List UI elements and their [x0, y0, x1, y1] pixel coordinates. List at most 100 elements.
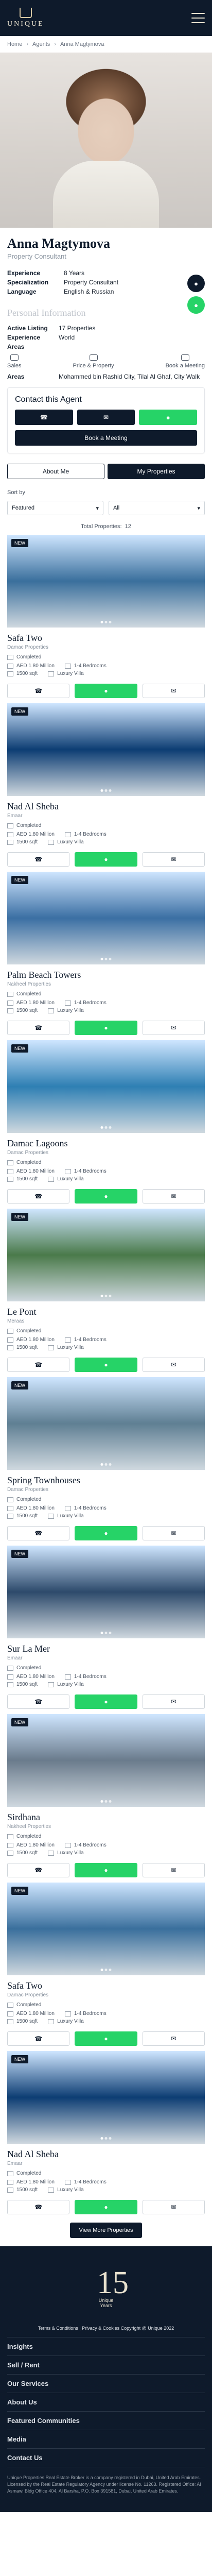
property-image[interactable]: NEW [7, 1714, 205, 1807]
property-image[interactable]: NEW [7, 1040, 205, 1133]
carousel-dots[interactable] [100, 2137, 112, 2140]
email-button[interactable]: ✉ [142, 1863, 205, 1877]
sort-select[interactable]: Featured ▾ [7, 501, 103, 515]
email-button[interactable]: ✉ [142, 1021, 205, 1035]
property-title[interactable]: Nad Al Sheba [7, 2144, 205, 2161]
property-image[interactable]: NEW [7, 1377, 205, 1470]
property-image[interactable]: NEW [7, 872, 205, 964]
property-card[interactable]: NEW Safa Two Damac Properties Completed … [7, 535, 205, 698]
status-icon [7, 1328, 13, 1334]
property-title[interactable]: Le Pont [7, 1301, 205, 1318]
carousel-dots[interactable] [100, 1463, 112, 1466]
property-image[interactable]: NEW [7, 703, 205, 796]
property-image[interactable]: NEW [7, 535, 205, 628]
property-card[interactable]: NEW Damac Lagoons Damac Properties Compl… [7, 1040, 205, 1204]
property-card[interactable]: NEW Palm Beach Towers Nakheel Properties… [7, 872, 205, 1035]
home-icon [48, 839, 55, 845]
property-title[interactable]: Sirdhana [7, 1807, 205, 1824]
call-button[interactable]: ☎ [7, 852, 70, 867]
footer-section-about-us[interactable]: About Us [0, 2393, 212, 2411]
filter-select[interactable]: All ▾ [109, 501, 205, 515]
email-button[interactable]: ✉ [77, 410, 135, 425]
email-button[interactable]: ✉ [142, 2031, 205, 2046]
property-card[interactable]: NEW Spring Townhouses Damac Properties C… [7, 1377, 205, 1540]
property-card[interactable]: NEW Safa Two Damac Properties Completed … [7, 1883, 205, 2046]
carousel-dots[interactable] [100, 1126, 112, 1129]
email-button[interactable]: ✉ [142, 1358, 205, 1372]
call-button[interactable]: ☎ [15, 410, 73, 425]
menu-icon[interactable] [191, 13, 205, 23]
whatsapp-button[interactable]: ● [75, 1526, 137, 1540]
property-title[interactable]: Damac Lagoons [7, 1133, 205, 1150]
email-button[interactable]: ✉ [142, 852, 205, 867]
email-button[interactable]: ✉ [142, 1526, 205, 1540]
whatsapp-button[interactable]: ● [75, 1358, 137, 1372]
book-meeting-button[interactable]: Book a Meeting [15, 430, 197, 446]
footer-section-featured-communities[interactable]: Featured Communities [0, 2412, 212, 2430]
call-button[interactable]: ☎ [7, 1863, 70, 1877]
call-button[interactable]: ☎ [7, 1694, 70, 1709]
carousel-dots[interactable] [100, 621, 112, 623]
tab-about[interactable]: About Me [7, 464, 104, 479]
property-card[interactable]: NEW Sur La Mer Emaar Completed AED 1.80 … [7, 1546, 205, 1709]
whatsapp-button[interactable]: ● [75, 684, 137, 698]
property-title[interactable]: Sur La Mer [7, 1638, 205, 1655]
carousel-dots[interactable] [100, 1969, 112, 1971]
whatsapp-icon[interactable]: ● [187, 296, 205, 314]
footer-section-sell-rent[interactable]: Sell / Rent [0, 2356, 212, 2374]
carousel-dots[interactable] [100, 1632, 112, 1634]
property-title[interactable]: Safa Two [7, 1975, 205, 1992]
call-button[interactable]: ☎ [7, 684, 70, 698]
footer-section-contact-us[interactable]: Contact Us [0, 2449, 212, 2467]
carousel-dots[interactable] [100, 958, 112, 960]
breadcrumb-agents[interactable]: Agents [32, 41, 50, 47]
call-button[interactable]: ☎ [7, 1189, 70, 1204]
whatsapp-button[interactable]: ● [75, 2031, 137, 2046]
whatsapp-button[interactable]: ● [75, 1863, 137, 1877]
property-title[interactable]: Spring Townhouses [7, 1470, 205, 1487]
property-title[interactable]: Safa Two [7, 628, 205, 645]
whatsapp-button[interactable]: ● [75, 852, 137, 867]
carousel-dots[interactable] [100, 1295, 112, 1297]
whatsapp-button[interactable]: ● [75, 1021, 137, 1035]
property-image[interactable]: NEW [7, 1883, 205, 1975]
email-button[interactable]: ✉ [142, 2200, 205, 2214]
call-button[interactable]: ☎ [7, 1021, 70, 1035]
property-card[interactable]: NEW Sirdhana Nakheel Properties Complete… [7, 1714, 205, 1877]
breadcrumb-home[interactable]: Home [7, 41, 22, 47]
footer-section-insights[interactable]: Insights [0, 2337, 212, 2355]
email-button[interactable]: ✉ [142, 684, 205, 698]
email-button[interactable]: ✉ [142, 1189, 205, 1204]
property-image[interactable]: NEW [7, 2051, 205, 2144]
home-icon [48, 2187, 55, 2193]
property-card[interactable]: NEW Nad Al Sheba Emaar Completed AED 1.8… [7, 2051, 205, 2214]
call-button[interactable]: ☎ [7, 1526, 70, 1540]
call-button[interactable]: ☎ [7, 2031, 70, 2046]
stat-price[interactable]: Price & Property [73, 354, 114, 369]
whatsapp-button[interactable]: ● [75, 2200, 137, 2214]
whatsapp-button[interactable]: ● [139, 410, 198, 425]
property-card[interactable]: NEW Nad Al Sheba Emaar Completed AED 1.8… [7, 703, 205, 867]
email-button[interactable]: ✉ [142, 1694, 205, 1709]
brand-logo[interactable]: UNIQUE [7, 8, 44, 28]
stat-book[interactable]: Book a Meeting [166, 354, 205, 369]
call-button[interactable]: ☎ [7, 1358, 70, 1372]
status-icon [7, 2171, 13, 2176]
carousel-dots[interactable] [100, 789, 112, 792]
carousel-dots[interactable] [100, 1800, 112, 1803]
view-more-button[interactable]: View More Properties [70, 2223, 142, 2238]
bed-icon [64, 832, 71, 837]
property-title[interactable]: Palm Beach Towers [7, 964, 205, 981]
property-card[interactable]: NEW Le Pont Meraas Completed AED 1.80 Mi… [7, 1209, 205, 1372]
chat-icon[interactable]: ● [187, 275, 205, 292]
whatsapp-button[interactable]: ● [75, 1694, 137, 1709]
property-image[interactable]: NEW [7, 1546, 205, 1638]
whatsapp-button[interactable]: ● [75, 1189, 137, 1204]
call-button[interactable]: ☎ [7, 2200, 70, 2214]
footer-section-our-services[interactable]: Our Services [0, 2375, 212, 2393]
footer-section-media[interactable]: Media [0, 2430, 212, 2448]
property-title[interactable]: Nad Al Sheba [7, 796, 205, 813]
tab-properties[interactable]: My Properties [108, 464, 205, 479]
stat-sales[interactable]: Sales [7, 354, 22, 369]
property-image[interactable]: NEW [7, 1209, 205, 1301]
